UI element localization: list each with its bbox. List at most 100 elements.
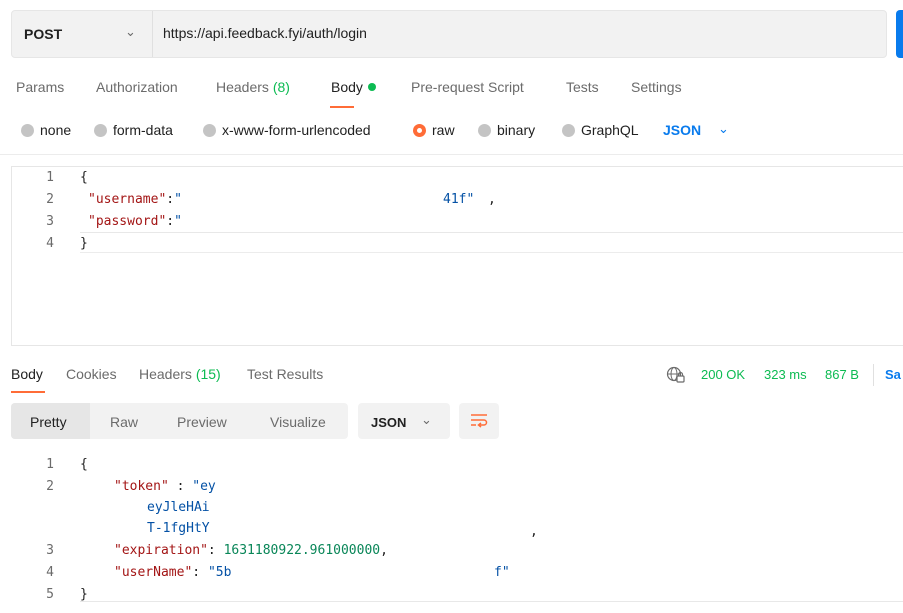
- json-value: 41f": [443, 192, 475, 207]
- radio-selected-icon: [413, 123, 426, 137]
- json-comma: ,: [380, 543, 388, 558]
- tab-tests[interactable]: Tests: [566, 79, 599, 95]
- tab-body-label: Body: [331, 79, 363, 95]
- chevron-down-icon[interactable]: ⌄: [718, 121, 729, 137]
- json-colon: :: [166, 192, 175, 207]
- radio-label: form-data: [113, 122, 173, 138]
- view-raw-button[interactable]: Raw: [110, 414, 138, 430]
- tab-params[interactable]: Params: [16, 79, 64, 95]
- json-line: "password":": [88, 214, 182, 229]
- radio-icon: [203, 123, 216, 137]
- radio-label: raw: [432, 122, 455, 138]
- radio-label: binary: [497, 122, 536, 138]
- json-line: "token" : "ey: [114, 479, 216, 494]
- chevron-down-icon: ⌄: [125, 24, 136, 39]
- json-key: "token": [114, 479, 169, 494]
- json-value: ": [174, 192, 182, 207]
- modified-dot-icon: [367, 83, 376, 91]
- json-line: "username":": [88, 192, 182, 207]
- json-key: "userName": [114, 565, 193, 580]
- json-value: eyJleHAi: [147, 500, 210, 515]
- save-response-button[interactable]: Sa: [885, 367, 901, 382]
- method-label: POST: [24, 26, 63, 42]
- body-format-select[interactable]: JSON: [663, 122, 701, 138]
- line-number: 4: [46, 565, 54, 580]
- line-number: 1: [46, 457, 54, 472]
- line-number: 1: [46, 170, 54, 185]
- radio-label: x-www-form-urlencoded: [222, 122, 371, 138]
- send-button[interactable]: [896, 10, 903, 58]
- json-key: "expiration": [114, 543, 208, 558]
- line-number: 5: [46, 587, 54, 602]
- chevron-down-icon: ⌄: [421, 412, 432, 427]
- view-mode-group: Pretty Raw Preview Visualize: [11, 403, 348, 439]
- response-headers-label: Headers: [139, 366, 192, 382]
- response-tab-test-results[interactable]: Test Results: [247, 366, 323, 382]
- url-input[interactable]: https://api.feedback.fyi/auth/login: [163, 25, 367, 41]
- response-format-select[interactable]: JSON ⌄: [358, 403, 450, 439]
- wrap-lines-button[interactable]: [459, 403, 499, 439]
- radio-none[interactable]: none: [21, 122, 71, 138]
- active-tab-indicator: [330, 106, 354, 108]
- json-line: "expiration": 1631180922.961000000,: [114, 543, 388, 558]
- json-key: "username": [88, 192, 167, 207]
- radio-label: none: [40, 122, 72, 138]
- line-number: 3: [46, 214, 54, 229]
- headers-count: (8): [272, 79, 290, 95]
- divider: [80, 601, 903, 602]
- active-tab-indicator: [11, 391, 45, 393]
- view-visualize-button[interactable]: Visualize: [270, 414, 326, 430]
- json-value: f": [494, 565, 510, 580]
- json-value: T-1fgHtY: [147, 521, 210, 536]
- radio-x-www-form-urlencoded[interactable]: x-www-form-urlencoded: [203, 122, 371, 138]
- json-value: "ey: [192, 479, 216, 494]
- tab-pre-request-script[interactable]: Pre-request Script: [411, 79, 524, 95]
- response-size[interactable]: 867 B: [825, 367, 859, 382]
- tab-settings[interactable]: Settings: [631, 79, 682, 95]
- method-select[interactable]: POST ⌄: [12, 11, 153, 57]
- view-pretty-button[interactable]: Pretty: [30, 414, 67, 430]
- response-tab-cookies[interactable]: Cookies: [66, 366, 117, 382]
- radio-icon: [94, 123, 107, 137]
- json-colon: :: [168, 479, 193, 494]
- json-colon: :: [207, 543, 224, 558]
- radio-label: GraphQL: [581, 122, 639, 138]
- format-label: JSON: [371, 415, 407, 430]
- tab-body[interactable]: Body: [331, 79, 376, 95]
- json-number: 1631180922.961000000: [223, 543, 381, 558]
- json-comma: ,: [488, 192, 496, 207]
- json-key: "password": [88, 214, 167, 229]
- divider: [80, 252, 903, 253]
- radio-graphql[interactable]: GraphQL: [562, 122, 639, 138]
- json-line: "userName": "5b: [114, 565, 231, 580]
- globe-lock-icon[interactable]: [666, 366, 686, 384]
- response-time[interactable]: 323 ms: [764, 367, 807, 382]
- divider: [80, 232, 903, 233]
- json-brace: {: [80, 457, 88, 472]
- radio-binary[interactable]: binary: [478, 122, 535, 138]
- radio-icon: [478, 123, 491, 137]
- status-code[interactable]: 200 OK: [701, 367, 745, 382]
- line-number: 4: [46, 236, 54, 251]
- json-colon: :: [192, 565, 208, 580]
- json-colon: :: [166, 214, 175, 229]
- tab-headers[interactable]: Headers (8): [216, 79, 290, 95]
- json-value: "5b: [207, 565, 232, 580]
- line-number: 2: [46, 192, 54, 207]
- json-brace: {: [80, 170, 88, 185]
- radio-form-data[interactable]: form-data: [94, 122, 173, 138]
- headers-count: (15): [195, 366, 221, 382]
- divider: [0, 154, 903, 155]
- tab-headers-label: Headers: [216, 79, 269, 95]
- tab-authorization[interactable]: Authorization: [96, 79, 178, 95]
- response-tab-body[interactable]: Body: [11, 366, 43, 382]
- radio-raw[interactable]: raw: [413, 122, 455, 138]
- view-preview-button[interactable]: Preview: [177, 414, 227, 430]
- json-comma: ,: [530, 524, 538, 539]
- line-number: 2: [46, 479, 54, 494]
- radio-icon: [21, 123, 34, 137]
- json-brace: }: [80, 236, 88, 251]
- url-bar: POST ⌄ https://api.feedback.fyi/auth/log…: [11, 10, 887, 58]
- wrap-icon: [471, 414, 488, 428]
- response-tab-headers[interactable]: Headers (15): [139, 366, 221, 382]
